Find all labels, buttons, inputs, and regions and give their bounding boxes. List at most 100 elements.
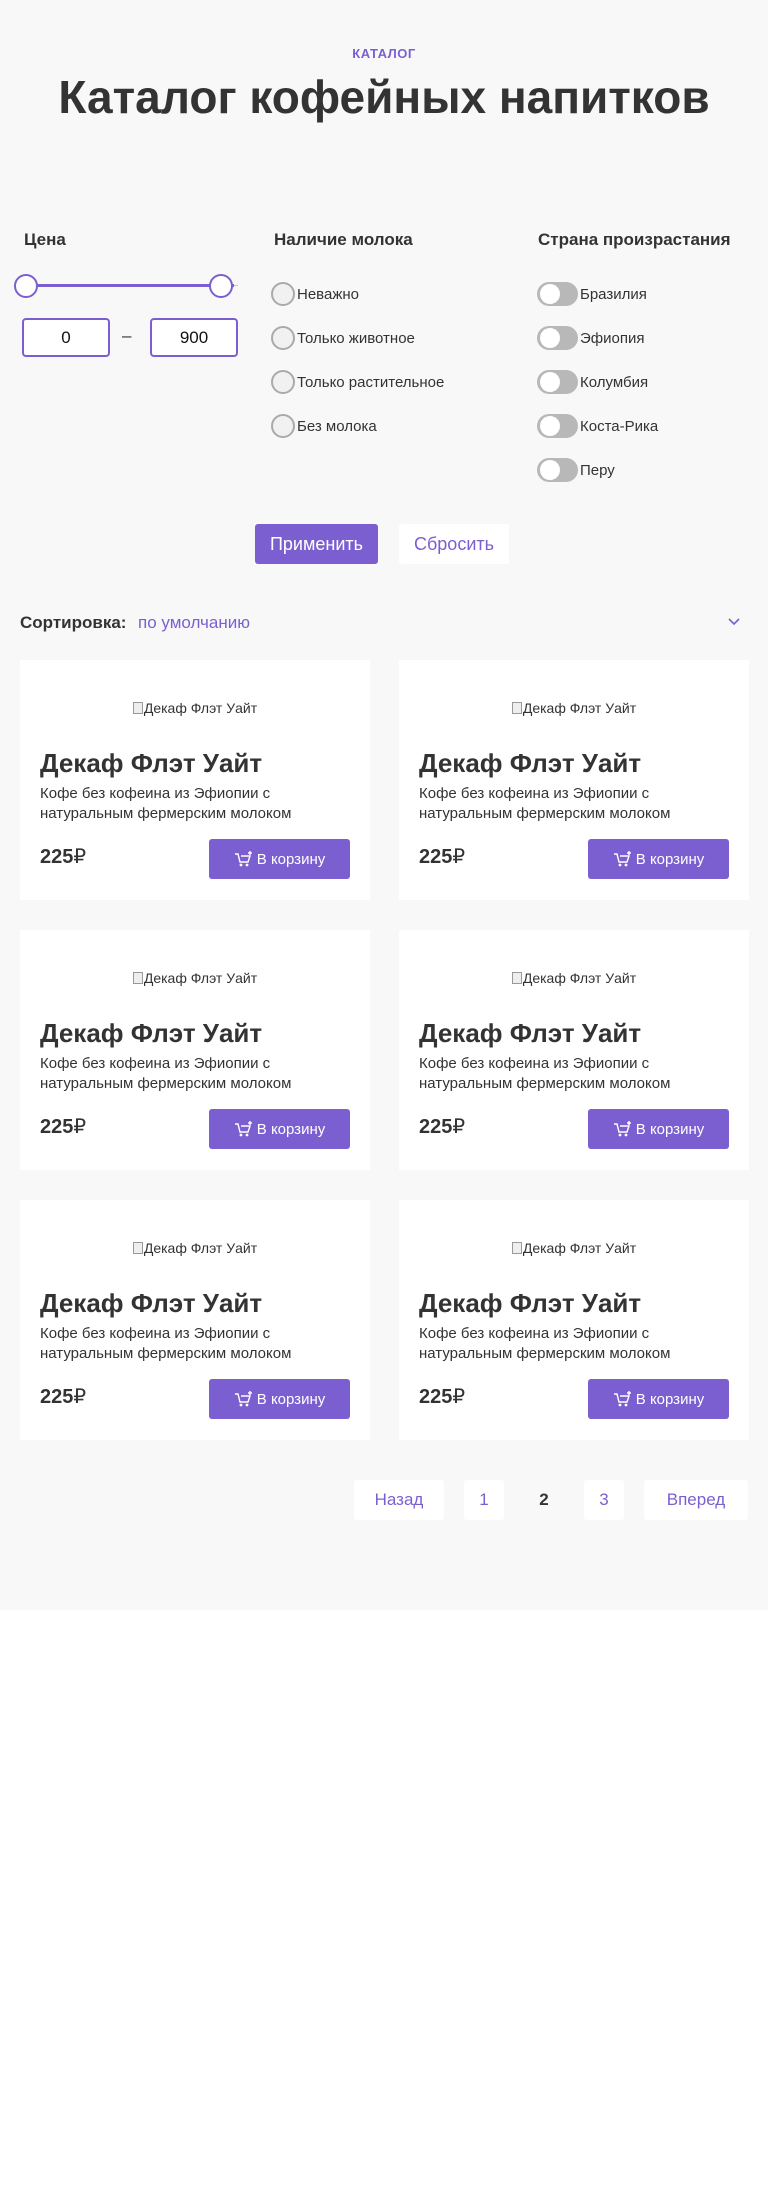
toggle-switch[interactable] <box>537 282 578 306</box>
currency-symbol: ₽ <box>452 846 466 868</box>
country-toggle-brazil[interactable]: Бразилия <box>537 281 647 307</box>
milk-option-animal[interactable]: Только животное <box>271 325 415 351</box>
reset-filters-button[interactable]: Сбросить <box>399 524 509 564</box>
country-toggle-costa-rica[interactable]: Коста-Рика <box>537 413 658 439</box>
add-to-cart-label: В корзину <box>635 1390 705 1408</box>
cart-add-icon <box>613 1391 631 1407</box>
currency-symbol: ₽ <box>452 1116 466 1138</box>
currency-symbol: ₽ <box>73 846 87 868</box>
page: КАТАЛОГ Каталог кофейных напитков Цена 0… <box>0 0 768 2186</box>
product-image: Декаф Флэт Уайт <box>20 970 370 986</box>
product-image-alt: Декаф Флэт Уайт <box>522 1240 637 1256</box>
radio-icon <box>271 282 295 306</box>
product-image-alt: Декаф Флэт Уайт <box>522 700 637 716</box>
broken-image-icon <box>511 702 522 714</box>
broken-image-icon <box>132 702 143 714</box>
product-price-value: 225 <box>40 846 74 868</box>
price-filter-title: Цена <box>24 230 66 249</box>
add-to-cart-label: В корзину <box>635 850 705 868</box>
country-label: Перу <box>580 461 615 479</box>
product-description: Кофе без кофеина из Эфиопии с натуральны… <box>40 1325 292 1362</box>
product-card: Декаф Флэт Уайт Декаф Флэт Уайт Кофе без… <box>399 930 749 1170</box>
toggle-knob <box>540 460 560 480</box>
product-price-value: 225 <box>419 846 453 868</box>
add-to-cart-button[interactable]: В корзину <box>209 1109 350 1149</box>
product-price: 225₽ <box>40 1114 86 1139</box>
add-to-cart-button[interactable]: В корзину <box>209 1379 350 1419</box>
page-title: Каталог кофейных напитков <box>58 71 710 123</box>
section-eyebrow: КАТАЛОГ <box>352 46 416 61</box>
product-description: Кофе без кофеина из Эфиопии с натуральны… <box>419 1325 671 1362</box>
price-min-input[interactable]: 0 <box>22 318 110 357</box>
toggle-switch[interactable] <box>537 370 578 394</box>
price-max-input[interactable]: 900 <box>150 318 238 357</box>
product-price-value: 225 <box>40 1386 74 1408</box>
product-card: Декаф Флэт Уайт Декаф Флэт Уайт Кофе без… <box>20 660 370 900</box>
product-card: Декаф Флэт Уайт Декаф Флэт Уайт Кофе без… <box>20 1200 370 1440</box>
product-description: Кофе без кофеина из Эфиопии с натуральны… <box>40 785 292 822</box>
product-image: Декаф Флэт Уайт <box>20 700 370 716</box>
milk-filter-title: Наличие молока <box>274 230 413 249</box>
add-to-cart-button[interactable]: В корзину <box>588 1109 729 1149</box>
pagination-next-button[interactable]: Вперед <box>644 1480 748 1520</box>
product-image: Декаф Флэт Уайт <box>399 700 749 716</box>
product-image-alt: Декаф Флэт Уайт <box>143 970 258 986</box>
milk-option-label: Только растительное <box>297 373 445 391</box>
sort-label: Сортировка: <box>20 613 127 632</box>
country-label: Колумбия <box>580 373 649 391</box>
product-name: Декаф Флэт Уайт <box>419 1018 642 1048</box>
product-description: Кофе без кофеина из Эфиопии с натуральны… <box>419 1055 671 1092</box>
country-toggle-colombia[interactable]: Колумбия <box>537 369 648 395</box>
add-to-cart-button[interactable]: В корзину <box>588 1379 729 1419</box>
product-price: 225₽ <box>419 1114 465 1139</box>
price-slider-rail <box>234 285 238 286</box>
milk-option-plant[interactable]: Только растительное <box>271 369 444 395</box>
pagination-page-3[interactable]: 3 <box>584 1480 624 1520</box>
price-range-separator: – <box>122 326 132 345</box>
add-to-cart-button[interactable]: В корзину <box>209 839 350 879</box>
product-description: Кофе без кофеина из Эфиопии с натуральны… <box>40 1055 292 1092</box>
milk-option-any[interactable]: Неважно <box>271 281 359 307</box>
country-toggle-peru[interactable]: Перу <box>537 457 615 483</box>
broken-image-icon <box>132 1242 143 1254</box>
milk-option-label: Без молока <box>297 417 377 435</box>
broken-image-icon <box>132 972 143 984</box>
toggle-knob <box>540 372 560 392</box>
add-to-cart-label: В корзину <box>256 1390 326 1408</box>
product-price: 225₽ <box>419 844 465 869</box>
pagination-prev-button[interactable]: Назад <box>354 1480 444 1520</box>
product-price-value: 225 <box>419 1386 453 1408</box>
country-label: Эфиопия <box>580 329 645 347</box>
country-toggle-ethiopia[interactable]: Эфиопия <box>537 325 644 351</box>
price-slider-max-thumb[interactable] <box>209 274 233 298</box>
toggle-switch[interactable] <box>537 458 578 482</box>
broken-image-icon <box>511 972 522 984</box>
milk-option-label: Только животное <box>297 329 415 347</box>
pagination-page-1[interactable]: 1 <box>464 1480 504 1520</box>
price-slider-track[interactable] <box>28 284 234 287</box>
price-slider-min-thumb[interactable] <box>14 274 38 298</box>
country-label: Бразилия <box>580 285 647 303</box>
toggle-knob <box>540 284 560 304</box>
catalog-section: КАТАЛОГ Каталог кофейных напитков Цена 0… <box>0 0 768 1610</box>
currency-symbol: ₽ <box>73 1386 87 1408</box>
product-name: Декаф Флэт Уайт <box>40 748 263 778</box>
add-to-cart-label: В корзину <box>635 1120 705 1138</box>
cart-add-icon <box>613 851 631 867</box>
product-image-alt: Декаф Флэт Уайт <box>143 700 258 716</box>
toggle-switch[interactable] <box>537 414 578 438</box>
product-price: 225₽ <box>40 844 86 869</box>
chevron-down-icon[interactable] <box>724 612 744 632</box>
add-to-cart-button[interactable]: В корзину <box>588 839 729 879</box>
apply-filters-button[interactable]: Применить <box>255 524 378 564</box>
product-name: Декаф Флэт Уайт <box>419 748 642 778</box>
radio-icon <box>271 370 295 394</box>
product-image-alt: Декаф Флэт Уайт <box>143 1240 258 1256</box>
product-price-value: 225 <box>419 1116 453 1138</box>
pagination-page-2[interactable]: 2 <box>524 1480 564 1520</box>
milk-option-none[interactable]: Без молока <box>271 413 377 439</box>
toggle-switch[interactable] <box>537 326 578 350</box>
currency-symbol: ₽ <box>452 1386 466 1408</box>
product-card: Декаф Флэт Уайт Декаф Флэт Уайт Кофе без… <box>20 930 370 1170</box>
sort-select[interactable]: по умолчанию <box>138 613 250 633</box>
